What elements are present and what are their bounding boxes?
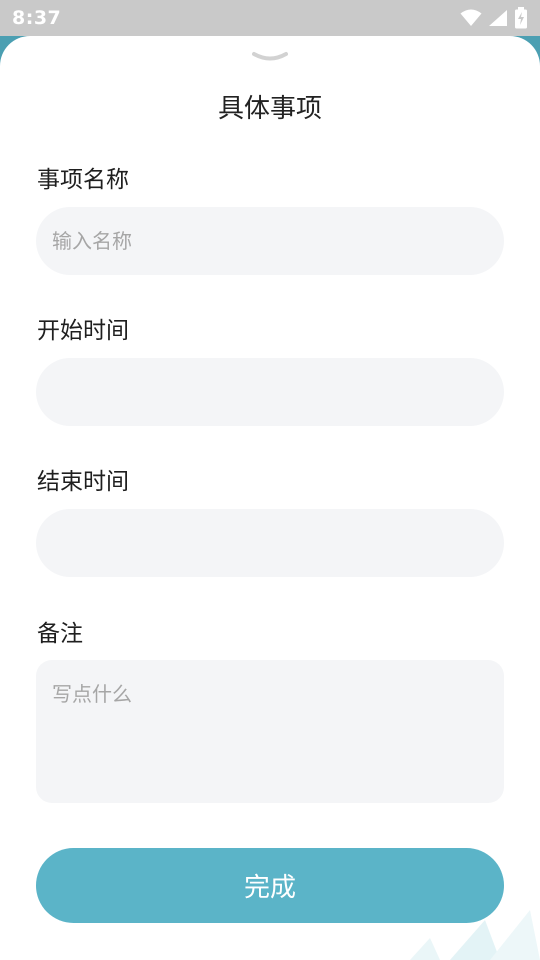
battery-charging-icon	[514, 7, 528, 29]
name-label: 事项名称	[37, 167, 129, 193]
notes-textarea[interactable]	[36, 660, 504, 803]
corner-decoration	[370, 890, 540, 960]
wifi-icon	[460, 9, 482, 27]
status-bar: 8:37	[0, 0, 540, 36]
start-time-input[interactable]	[36, 358, 504, 426]
chevron-down-icon[interactable]	[252, 50, 288, 64]
status-icons	[460, 7, 528, 29]
start-time-label: 开始时间	[37, 318, 129, 344]
notes-label: 备注	[37, 621, 83, 647]
name-input[interactable]	[36, 207, 504, 275]
end-time-label: 结束时间	[37, 469, 129, 495]
cellular-signal-icon	[488, 9, 508, 27]
bottom-sheet: 具体事项 事项名称 开始时间 结束时间 备注 完成	[0, 36, 540, 960]
sheet-title: 具体事项	[217, 94, 322, 124]
end-time-input[interactable]	[36, 509, 504, 577]
status-time: 8:37	[12, 7, 62, 29]
